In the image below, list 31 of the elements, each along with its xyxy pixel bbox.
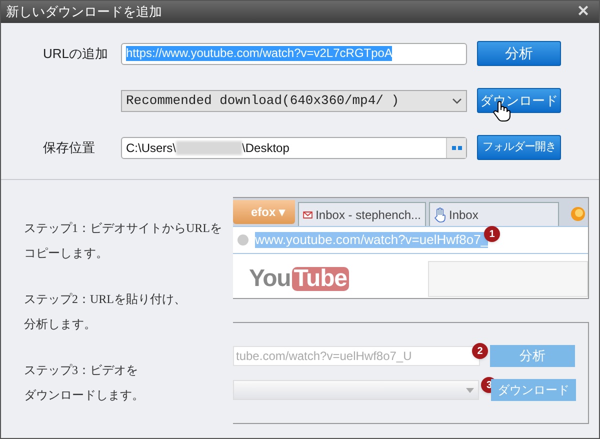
- format-dropdown[interactable]: Recommended download(640x360/mp4/ ): [121, 90, 467, 112]
- path-start: C:\Users\: [126, 140, 176, 156]
- open-folder-button[interactable]: フォルダー開き: [477, 135, 561, 160]
- close-button[interactable]: ✕: [577, 1, 594, 24]
- step-number-badge: 1: [484, 226, 500, 242]
- save-location-label: 保存位置: [42, 138, 96, 157]
- hand-icon: [434, 206, 446, 222]
- path-end: \Desktop: [242, 140, 290, 156]
- browser-logo-icon: [570, 206, 586, 222]
- step-text: コピーします。: [24, 245, 109, 262]
- chevron-down-icon: [452, 98, 462, 104]
- format-value: Recommended download(640x360/mp4/ ): [126, 92, 400, 110]
- step-text: ダウンロードします。: [24, 387, 145, 404]
- url-field[interactable]: https://www.youtube.com/watch?v=v2L7cRGTpoA: [121, 42, 467, 64]
- mail-icon: [303, 208, 313, 220]
- step-text: ステップ2：URLを貼り付け、: [24, 291, 187, 308]
- browser-address: www.youtube.com/watch?v=uelHwf8o7_: [255, 232, 488, 248]
- url-label: URLの追加: [42, 44, 110, 63]
- step-text: ステップ3：ビデオを: [24, 362, 139, 379]
- url-value: https://www.youtube.com/watch?v=v2L7cRGTpoA: [126, 46, 392, 61]
- step-number-badge: 2: [472, 343, 488, 359]
- triangle-down-icon: [466, 388, 474, 392]
- save-path-field[interactable]: C:\Users\ \Desktop: [121, 136, 467, 158]
- analyze-button[interactable]: 分析: [477, 41, 561, 66]
- step-text: ステップ1：ビデオサイトからURLを: [24, 220, 223, 237]
- video-site-logo: YouTube: [249, 267, 349, 291]
- globe-icon: [237, 234, 249, 246]
- window-title: 新しいダウンロードを追加: [6, 3, 162, 22]
- dots-icon: [452, 146, 462, 150]
- step-text: 分析します。: [24, 316, 97, 333]
- browse-button[interactable]: [446, 138, 466, 158]
